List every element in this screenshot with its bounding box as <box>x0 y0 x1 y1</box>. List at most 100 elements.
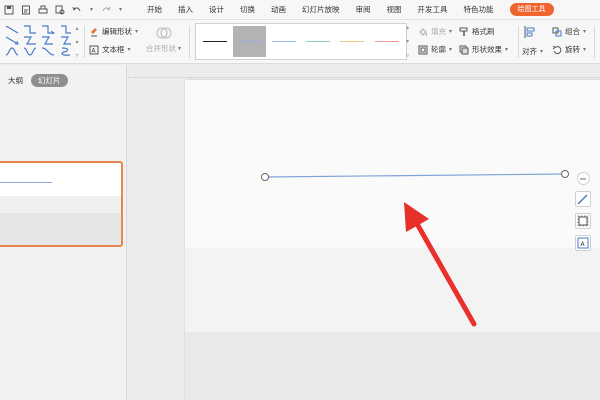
line-sample <box>306 41 331 42</box>
shape-gallery-scroll[interactable]: ▴ ▾ ▿ <box>73 25 81 59</box>
menu-bar: ▾ ▾ 开始 插入 设计 切换 动画 幻灯片放映 审阅 视图 开发工具 特色功能… <box>0 0 600 20</box>
slide-thumbnail[interactable] <box>0 161 123 247</box>
export-pdf-icon[interactable] <box>21 5 31 15</box>
align-label: 对齐 <box>522 47 537 56</box>
format-painter-button[interactable]: 格式刷 <box>459 26 495 37</box>
paint-bucket-icon <box>418 27 428 37</box>
align-button[interactable]: 对齐 ▾ <box>522 46 543 57</box>
group-button[interactable]: 组合 ▾ <box>552 26 586 37</box>
line-sample <box>271 41 296 42</box>
group-icon <box>552 27 562 37</box>
ribbon-divider <box>594 26 595 58</box>
chevron-down-icon: ▾ <box>178 45 182 52</box>
ribbon-tabs: 开始 插入 设计 切换 动画 幻灯片放映 审阅 视图 开发工具 特色功能 绘图工… <box>139 0 554 20</box>
line-style-swatch[interactable] <box>268 26 300 57</box>
connector-curve-icon[interactable] <box>4 35 20 46</box>
rotate-button[interactable]: 旋转 ▾ <box>552 44 586 55</box>
scroll-up-icon[interactable]: ▴ <box>406 24 409 31</box>
connector-z-arrow-icon[interactable] <box>40 35 56 46</box>
edit-shape-icon <box>89 27 99 37</box>
tab-home[interactable]: 开始 <box>139 0 170 20</box>
chevron-down-icon: ▾ <box>505 46 509 53</box>
align-icon-button[interactable] <box>524 25 536 39</box>
line-style-icon[interactable] <box>575 191 591 207</box>
connector-z-icon[interactable] <box>22 35 38 46</box>
tab-drawing-tools[interactable]: 绘图工具 <box>509 3 554 16</box>
edit-shape-label: 编辑形状 <box>102 27 132 36</box>
slide[interactable] <box>185 80 600 400</box>
ruler-guide <box>128 77 600 79</box>
line-style-swatch[interactable] <box>302 26 334 57</box>
undo-dropdown-icon[interactable]: ▾ <box>89 5 94 15</box>
connector-swirl-icon[interactable] <box>58 46 74 57</box>
print-icon[interactable] <box>38 5 48 15</box>
text-box-button[interactable]: A 文本框 ▾ <box>89 44 131 55</box>
line-sample <box>374 41 399 42</box>
connector-elbow-icon[interactable] <box>22 24 38 35</box>
edit-shape-button[interactable]: 编辑形状 ▾ <box>89 26 138 37</box>
gallery-expand-icon[interactable]: ▿ <box>75 52 78 59</box>
slide-canvas-area: A <box>128 65 600 400</box>
gallery-expand-icon[interactable]: ▿ <box>406 52 409 59</box>
rotate-label: 旋转 <box>565 45 580 54</box>
print-preview-icon[interactable] <box>55 5 65 15</box>
quick-access-more-icon[interactable]: ▾ <box>118 5 123 15</box>
text-wrap-icon[interactable]: A <box>575 235 591 251</box>
tab-review[interactable]: 审阅 <box>348 0 379 20</box>
fill-label: 填充 <box>431 27 446 36</box>
tab-outline[interactable]: 大纲 <box>8 75 23 86</box>
ribbon: ▴ ▾ ▿ 编辑形状 ▾ A 文本框 ▾ 合并形状 ▾ ▴ ▾ ▿ 填充 ▾ 格… <box>0 20 600 64</box>
tab-features[interactable]: 特色功能 <box>456 0 502 20</box>
ribbon-divider <box>518 26 519 58</box>
svg-text:A: A <box>581 241 586 248</box>
merge-shapes-button[interactable]: 合并形状 ▾ <box>146 25 181 54</box>
connector-z-double-icon[interactable] <box>58 35 74 46</box>
group-label: 组合 <box>565 27 580 36</box>
merge-shapes-label: 合并形状 <box>146 44 176 53</box>
connector-s-arrow-icon[interactable] <box>22 46 38 57</box>
scroll-down-icon[interactable]: ▾ <box>75 39 78 46</box>
tab-insert[interactable]: 插入 <box>170 0 201 20</box>
thumbnail-band <box>0 213 121 245</box>
line-style-swatch[interactable] <box>336 26 368 57</box>
shape-effects-icon <box>459 45 469 55</box>
line-sample <box>340 41 365 42</box>
shape-gallery <box>0 24 72 58</box>
align-icon <box>524 25 536 39</box>
redo-icon[interactable] <box>101 5 111 15</box>
connector-s-double-icon[interactable] <box>40 46 56 57</box>
style-gallery-scroll[interactable]: ▴ ▾ ▿ <box>403 24 412 59</box>
connector-elbow-double-icon[interactable] <box>58 24 74 35</box>
format-painter-label: 格式刷 <box>472 27 495 36</box>
tab-animations[interactable]: 动画 <box>263 0 294 20</box>
chevron-down-icon: ▾ <box>127 46 131 53</box>
line-sample <box>203 41 228 42</box>
shape-outline-icon[interactable] <box>575 213 591 229</box>
outline-button[interactable]: 轮廓 ▾ <box>418 44 452 55</box>
tab-developer[interactable]: 开发工具 <box>410 0 456 20</box>
line-style-gallery <box>195 23 407 60</box>
undo-icon[interactable] <box>72 5 82 15</box>
fill-button[interactable]: 填充 ▾ <box>418 26 452 37</box>
collapse-icon[interactable] <box>576 172 590 185</box>
connector-straight-icon[interactable] <box>4 24 20 35</box>
connector-s-icon[interactable] <box>4 46 20 57</box>
line-style-swatch[interactable] <box>199 26 231 57</box>
shape-effects-button[interactable]: 形状效果 ▾ <box>459 44 508 55</box>
ribbon-divider <box>84 26 85 58</box>
tab-slides[interactable]: 幻灯片 <box>31 73 68 87</box>
svg-text:A: A <box>92 47 97 54</box>
line-style-swatch[interactable] <box>371 26 403 57</box>
scroll-down-icon[interactable]: ▾ <box>406 38 409 45</box>
scroll-up-icon[interactable]: ▴ <box>75 25 78 32</box>
tab-transitions[interactable]: 切换 <box>232 0 263 20</box>
tab-slideshow[interactable]: 幻灯片放映 <box>294 0 348 20</box>
save-icon[interactable] <box>4 5 14 15</box>
connector-elbow-arrow-icon[interactable] <box>40 24 56 35</box>
app-window: ▾ ▾ 开始 插入 设计 切换 动画 幻灯片放映 审阅 视图 开发工具 特色功能… <box>0 0 600 400</box>
rotate-icon <box>552 45 562 55</box>
tab-view[interactable]: 视图 <box>379 0 410 20</box>
outline-icon <box>418 45 428 55</box>
tab-design[interactable]: 设计 <box>201 0 232 20</box>
line-style-swatch-selected[interactable] <box>233 26 266 57</box>
